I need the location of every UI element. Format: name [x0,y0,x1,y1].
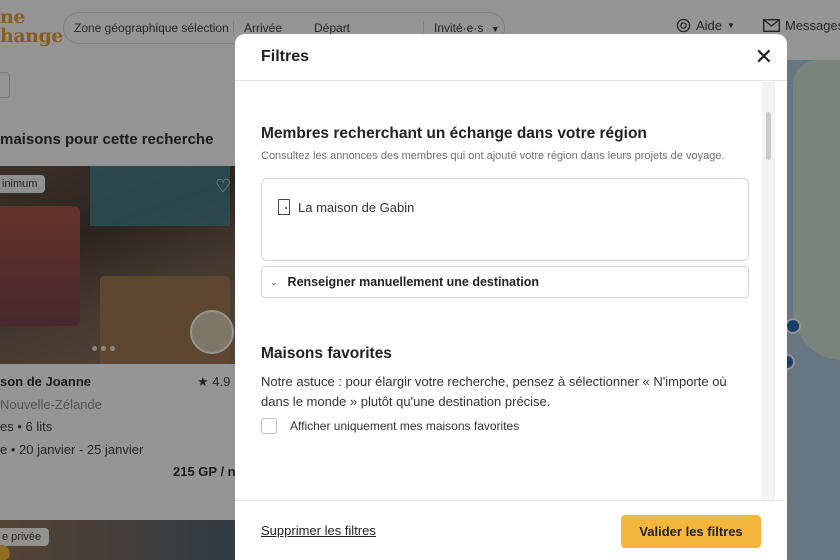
chevron-down-icon: ⌄ [270,276,278,287]
clear-filters-link[interactable]: Supprimer les filtres [261,523,376,538]
dialog-header: Filtres ✕ [235,34,787,81]
dialog-footer: Supprimer les filtres Valider les filtre… [235,500,787,560]
member-name: La maison de Gabin [298,199,415,215]
member-item[interactable]: La maison de Gabin [278,199,414,215]
scrollbar[interactable] [762,82,775,500]
favorites-section-title: Maisons favorites [261,345,392,362]
members-section-description: Consultez les annonces des membres qui o… [261,150,725,162]
filters-dialog: Filtres ✕ Membres recherchant un échange… [235,34,787,560]
members-section-title: Membres recherchant un échange dans votr… [261,125,647,142]
favorites-only-label: Afficher uniquement mes maisons favorite… [290,419,520,433]
door-icon [278,199,290,215]
apply-filters-button[interactable]: Valider les filtres [621,515,761,548]
dialog-title: Filtres [261,48,310,65]
favorites-only-checkbox[interactable] [261,418,277,434]
favorites-only-option[interactable]: Afficher uniquement mes maisons favorite… [261,418,519,434]
manual-destination-label: Renseigner manuellement une destination [287,275,539,289]
manual-destination-toggle[interactable]: ⌄ Renseigner manuellement une destinatio… [261,266,749,298]
favorites-section-description: Notre astuce : pour élargir votre recher… [261,374,727,409]
close-icon[interactable]: ✕ [755,46,773,68]
member-list: La maison de Gabin [261,178,749,261]
scrollbar-thumb[interactable] [766,112,771,160]
